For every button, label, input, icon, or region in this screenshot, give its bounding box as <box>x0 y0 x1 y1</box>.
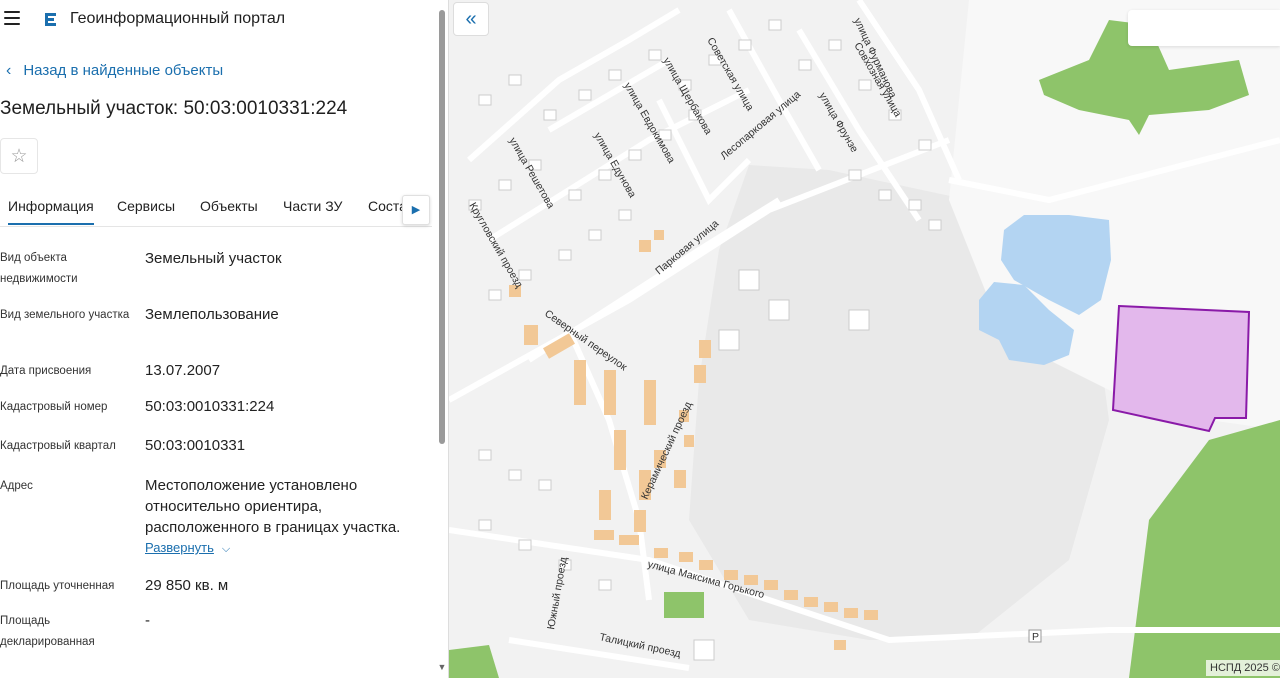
tab-services[interactable]: Сервисы <box>117 198 175 214</box>
detail-label-cadastral-number: Кадастровый номер <box>0 401 108 413</box>
detail-label-area-refined: Площадь уточненная <box>0 580 115 592</box>
parking-label: P <box>1032 631 1039 643</box>
collapse-panel-button[interactable]: « <box>453 2 489 36</box>
detail-label-parcel-type: Вид земельного участка <box>0 309 130 321</box>
detail-value-address: Местоположение установлено относительно … <box>145 477 401 536</box>
detail-value-parcel-type: Землепользование <box>145 306 279 323</box>
detail-label-assignment-date: Дата присвоения <box>0 365 92 377</box>
double-chevron-left-icon: « <box>465 8 477 30</box>
expand-address-link[interactable]: Развернуть ⌵ <box>145 540 230 556</box>
tab-objects[interactable]: Объекты <box>200 198 258 214</box>
back-to-results-link[interactable]: ‹ Назад в найденные объекты <box>6 62 223 80</box>
back-link-label: Назад в найденные объекты <box>23 62 224 79</box>
detail-value-area-declared: - <box>145 612 150 629</box>
detail-label-address: Адрес <box>0 480 33 492</box>
hamburger-menu-icon[interactable] <box>4 11 20 25</box>
sports-field <box>664 592 704 618</box>
panel-header: Геоинформационный портал <box>0 0 448 40</box>
chevron-left-icon: ‹ <box>6 62 12 79</box>
detail-value-assignment-date: 13.07.2007 <box>145 362 221 379</box>
map-attribution: НСПД 2025 © <box>1206 660 1280 676</box>
map-layer: P Советская улица улица Щербакова улица … <box>449 0 1280 678</box>
tab-bar: Информация Сервисы Объекты Части ЗУ Сост… <box>0 186 432 227</box>
tab-information[interactable]: Информация <box>8 198 94 225</box>
favorite-button[interactable]: ☆ <box>0 138 38 174</box>
detail-value-cadastral-number: 50:03:0010331:224 <box>145 398 275 415</box>
triangle-right-icon: ▶ <box>411 204 421 216</box>
scroll-down-arrow-icon[interactable]: ▼ <box>437 662 447 672</box>
tabs-scroll-right-button[interactable]: ▶ <box>402 195 430 225</box>
detail-label-object-type: Вид объекта недвижимости <box>0 252 78 285</box>
detail-value-object-type: Земельный участок <box>145 250 282 267</box>
page-title: Земельный участок: 50:03:0010331:224 <box>0 98 348 119</box>
scrollbar-thumb[interactable] <box>439 10 445 444</box>
portal-logo-icon <box>45 13 56 26</box>
tab-parcel-parts[interactable]: Части ЗУ <box>283 198 342 214</box>
info-panel: Геоинформационный портал ‹ Назад в найден… <box>0 0 449 678</box>
detail-label-area-declared: Площадь декларированная <box>0 615 95 648</box>
expand-link-label: Развернуть <box>145 540 214 555</box>
detail-label-cadastral-quarter: Кадастровый квартал <box>0 440 116 452</box>
detail-value-cadastral-quarter: 50:03:0010331 <box>145 437 246 454</box>
star-outline-icon: ☆ <box>10 146 28 167</box>
app-title: Геоинформационный портал <box>70 10 286 27</box>
detail-value-area-refined: 29 850 кв. м <box>145 577 229 594</box>
land-parcel-outline[interactable] <box>1111 304 1251 433</box>
map-canvas[interactable]: P Советская улица улица Щербакова улица … <box>449 0 1280 678</box>
map-search-box[interactable] <box>1128 10 1280 46</box>
chevron-down-icon: ⌵ <box>221 543 231 555</box>
